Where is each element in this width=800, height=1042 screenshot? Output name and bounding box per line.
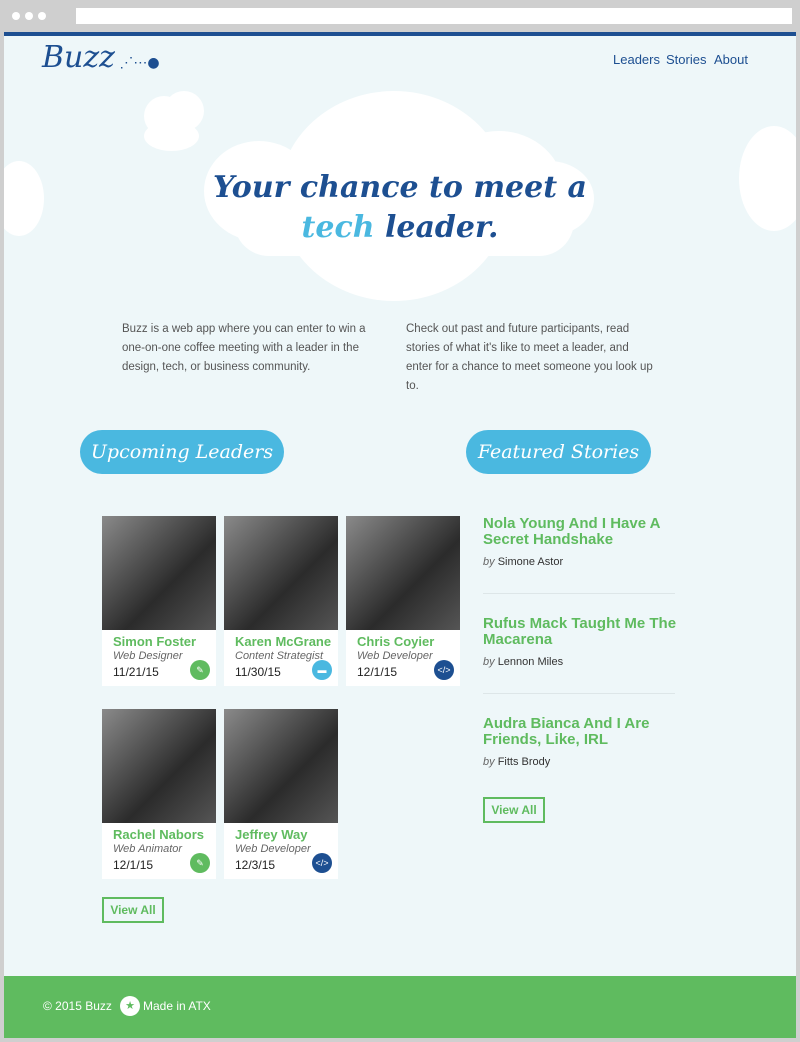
divider [483,593,675,594]
leader-photo [102,516,216,630]
leader-date: 12/1/15 [113,858,154,872]
leader-card[interactable]: Karen McGrane Content Strategist 11/30/1… [224,516,338,686]
story-byline: by Lennon Miles [483,656,563,668]
page: Buzz ⋰⋯● Leaders Stories About Your chan… [4,32,796,1038]
leader-name[interactable]: Rachel Nabors [113,827,204,842]
story-title[interactable]: Rufus Mack Taught Me The Macarena [483,616,683,648]
hero-line-2: tech leader. [4,210,796,245]
leader-photo [224,709,338,823]
hero-line-2-text: leader. [374,210,499,245]
leader-card[interactable]: Jeffrey Way Web Developer 12/3/15 </> [224,709,338,879]
leader-date: 11/21/15 [113,665,159,679]
logo[interactable]: Buzz ⋰⋯● [42,40,160,75]
code-icon: </> [434,660,454,680]
leader-name[interactable]: Simon Foster [113,634,196,649]
browser-bar [0,0,800,32]
leader-card[interactable]: Chris Coyier Web Developer 12/1/15 </> [346,516,460,686]
leader-date: 12/3/15 [235,858,276,872]
hero-line-1: Your chance to meet a [213,170,587,205]
texas-icon: ★ [120,996,140,1016]
pencil-icon: ✎ [190,660,210,680]
divider [483,693,675,694]
pencil-icon: ✎ [190,853,210,873]
story-byline: by Simone Astor [483,556,563,568]
leader-name[interactable]: Karen McGrane [235,634,331,649]
window-dot [25,12,33,20]
made-in-atx: Made in ATX [143,999,211,1013]
by-label: by [483,656,495,668]
nav-leaders[interactable]: Leaders [613,52,660,67]
leader-role: Web Designer [113,650,183,662]
story-byline: by Fitts Brody [483,756,550,768]
leader-name[interactable]: Jeffrey Way [235,827,308,842]
nav-about[interactable]: About [714,52,748,67]
leader-role: Web Animator [113,843,183,855]
footer: © 2015 Buzz ★ Made in ATX [4,976,796,1038]
leader-date: 11/30/15 [235,665,281,679]
by-label: by [483,556,495,568]
leaders-view-all-button[interactable]: View All [102,897,164,923]
leader-card[interactable]: Simon Foster Web Designer 11/21/15 ✎ [102,516,216,686]
hero-highlight: tech [301,210,375,245]
leader-card[interactable]: Rachel Nabors Web Animator 12/1/15 ✎ [102,709,216,879]
leader-role: Web Developer [235,843,311,855]
leader-date: 12/1/15 [357,665,398,679]
code-icon: </> [312,853,332,873]
intro-right: Check out past and future participants, … [406,323,653,392]
leader-role: Content Strategist [235,650,324,662]
story-author: Simone Astor [497,556,564,568]
intro-left: Buzz is a web app where you can enter to… [122,323,366,373]
window-dot [38,12,46,20]
leader-photo [102,709,216,823]
address-bar[interactable] [76,8,792,24]
stories-view-all-button[interactable]: View All [483,797,545,823]
nav-stories[interactable]: Stories [666,52,706,67]
leader-photo [346,516,460,630]
story-title[interactable]: Audra Bianca And I Are Friends, Like, IR… [483,716,683,748]
bee-icon: ⋰⋯● [114,55,160,71]
leader-name[interactable]: Chris Coyier [357,634,434,649]
window-dot [12,12,20,20]
story-author: Fitts Brody [497,756,551,768]
upcoming-leaders-heading: Upcoming Leaders [80,430,284,474]
briefcase-icon: ▬ [312,660,332,680]
story-author: Lennon Miles [497,656,564,668]
copyright: © 2015 Buzz [43,999,112,1013]
cloud [144,121,199,151]
leader-role: Web Developer [357,650,433,662]
by-label: by [483,756,495,768]
leader-photo [224,516,338,630]
story-title[interactable]: Nola Young And I Have A Secret Handshake [483,516,683,548]
featured-stories-heading: Featured Stories [466,430,651,474]
